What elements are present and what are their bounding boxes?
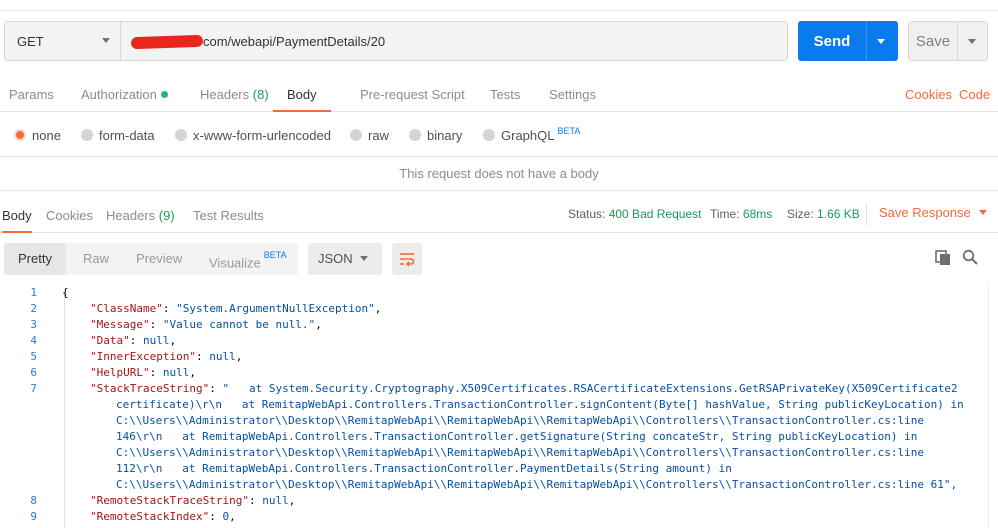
- response-tab-test-results[interactable]: Test Results: [193, 199, 264, 233]
- radio-graphql[interactable]: GraphQL BETA: [483, 126, 581, 143]
- code-line: "StackTraceString": " at System.Security…: [90, 382, 958, 395]
- tab-prerequest-script[interactable]: Pre-request Script: [360, 74, 465, 112]
- radio-icon: [175, 129, 187, 141]
- view-mode-bar: Pretty Raw Preview VisualizeBETA: [4, 243, 298, 275]
- line-number: 7: [30, 382, 37, 395]
- send-options-chevron-icon[interactable]: [877, 38, 885, 44]
- code-line-wrapped: 112\r\n at RemitapWebApi.Controllers.Tra…: [116, 462, 732, 475]
- status-dot-icon: [160, 91, 168, 98]
- save-options-chevron-icon[interactable]: [968, 38, 976, 44]
- wrap-lines-icon: [400, 253, 415, 267]
- line-number: 4: [30, 334, 37, 347]
- code-line-wrapped: C:\\Users\\Administrator\\Desktop\\Remit…: [116, 414, 924, 427]
- cookies-link[interactable]: Cookies: [905, 74, 952, 112]
- send-label: Send: [813, 32, 851, 50]
- format-label: JSON: [318, 251, 353, 266]
- beta-badge: BETA: [557, 126, 581, 136]
- top-divider: [0, 0, 998, 11]
- code-line-wrapped: C:\\Users\\Administrator\\Desktop\\Remit…: [116, 446, 924, 459]
- send-divider: [866, 21, 867, 61]
- radio-icon: [409, 129, 421, 141]
- code-line-wrapped: 146\r\n at RemitapWebApi.Controllers.Tra…: [116, 430, 918, 443]
- wrap-lines-button[interactable]: [392, 243, 422, 275]
- headers-count: (8): [252, 87, 269, 102]
- response-tab-headers[interactable]: Headers (9): [106, 199, 175, 233]
- view-visualize[interactable]: VisualizeBETA: [209, 243, 287, 275]
- code-line-wrapped: C:\\Users\\Administrator\\Desktop\\Remit…: [116, 478, 958, 491]
- response-time: Time: 68ms: [710, 207, 773, 221]
- tab-settings[interactable]: Settings: [549, 74, 596, 112]
- line-number: 8: [30, 494, 37, 507]
- radio-binary[interactable]: binary: [409, 127, 462, 143]
- indent-guide: [64, 294, 65, 528]
- request-tabs: Params Authorization Headers (8) Body Pr…: [0, 74, 998, 112]
- line-number: 5: [30, 350, 37, 363]
- code-link[interactable]: Code: [959, 74, 990, 112]
- save-divider: [957, 22, 958, 60]
- tab-tests[interactable]: Tests: [490, 74, 520, 112]
- chevron-down-icon: [978, 210, 987, 215]
- search-icon[interactable]: [962, 249, 978, 265]
- code-line: {: [62, 286, 69, 299]
- response-status: Status: 400 Bad Request: [568, 207, 702, 221]
- code-line: "Data": null,: [90, 334, 177, 347]
- format-select[interactable]: JSON: [308, 243, 382, 275]
- response-tab-cookies[interactable]: Cookies: [46, 199, 93, 233]
- code-line: "RemoteStackTraceString": null,: [90, 494, 296, 507]
- view-pretty[interactable]: Pretty: [4, 243, 66, 275]
- chevron-down-icon: [102, 38, 110, 43]
- tab-authorization[interactable]: Authorization: [81, 74, 168, 112]
- url-input[interactable]: com/webapi/PaymentDetails/20: [120, 21, 788, 61]
- line-number: 2: [30, 302, 37, 315]
- radio-raw[interactable]: raw: [350, 127, 389, 143]
- response-code-editor[interactable]: 1 { 2 "ClassName": "System.ArgumentNullE…: [0, 284, 998, 528]
- radio-icon: [81, 129, 93, 141]
- send-button[interactable]: Send: [798, 21, 898, 61]
- size-value: 1.66 KB: [817, 207, 860, 221]
- url-text: com/webapi/PaymentDetails/20: [203, 33, 386, 49]
- radio-selected-icon: [14, 129, 26, 141]
- line-number: 1: [30, 286, 37, 299]
- tab-body[interactable]: Body: [273, 74, 331, 112]
- view-raw[interactable]: Raw: [83, 243, 109, 275]
- code-line: "HelpURL": null,: [90, 366, 196, 379]
- radio-icon: [350, 129, 362, 141]
- tab-params[interactable]: Params: [9, 74, 54, 112]
- radio-icon: [483, 129, 495, 141]
- radio-form-data[interactable]: form-data: [81, 127, 155, 143]
- save-label: Save: [915, 32, 951, 50]
- response-tabs: Body Cookies Headers (9) Test Results St…: [0, 199, 998, 233]
- tab-headers[interactable]: Headers (8): [200, 74, 269, 112]
- time-value: 68ms: [742, 207, 773, 221]
- code-line: "Message": "Value cannot be null.",: [90, 318, 322, 331]
- view-preview[interactable]: Preview: [136, 243, 182, 275]
- beta-badge: BETA: [263, 250, 287, 260]
- code-line: "InnerException": null,: [90, 350, 243, 363]
- method-select[interactable]: GET: [4, 21, 120, 61]
- save-button[interactable]: Save: [908, 21, 988, 61]
- save-response-button[interactable]: Save Response: [879, 199, 987, 233]
- code-line: "ClassName": "System.ArgumentNullExcepti…: [90, 302, 382, 315]
- radio-urlencoded[interactable]: x-www-form-urlencoded: [175, 127, 331, 143]
- status-value: 400 Bad Request: [608, 207, 702, 221]
- chevron-down-icon: [360, 256, 368, 261]
- line-number: 3: [30, 318, 37, 331]
- method-label: GET: [17, 33, 44, 49]
- response-tab-body[interactable]: Body: [2, 199, 32, 233]
- response-size: Size: 1.66 KB: [787, 207, 860, 221]
- code-line: "RemoteStackIndex": 0,: [90, 510, 236, 523]
- radio-none[interactable]: none: [14, 127, 61, 143]
- copy-icon[interactable]: [935, 250, 951, 266]
- line-number: 6: [30, 366, 37, 379]
- body-type-selector: none form-data x-www-form-urlencoded raw…: [0, 113, 998, 157]
- code-line-wrapped: certificate)\r\n at RemitapWebApi.Contro…: [116, 398, 964, 411]
- line-number: 9: [30, 510, 37, 523]
- divider: [866, 205, 867, 225]
- response-headers-count: (9): [158, 208, 175, 223]
- vertical-scrollbar[interactable]: [988, 284, 998, 528]
- redaction-mark: [130, 34, 204, 50]
- no-body-message: This request does not have a body: [0, 158, 998, 191]
